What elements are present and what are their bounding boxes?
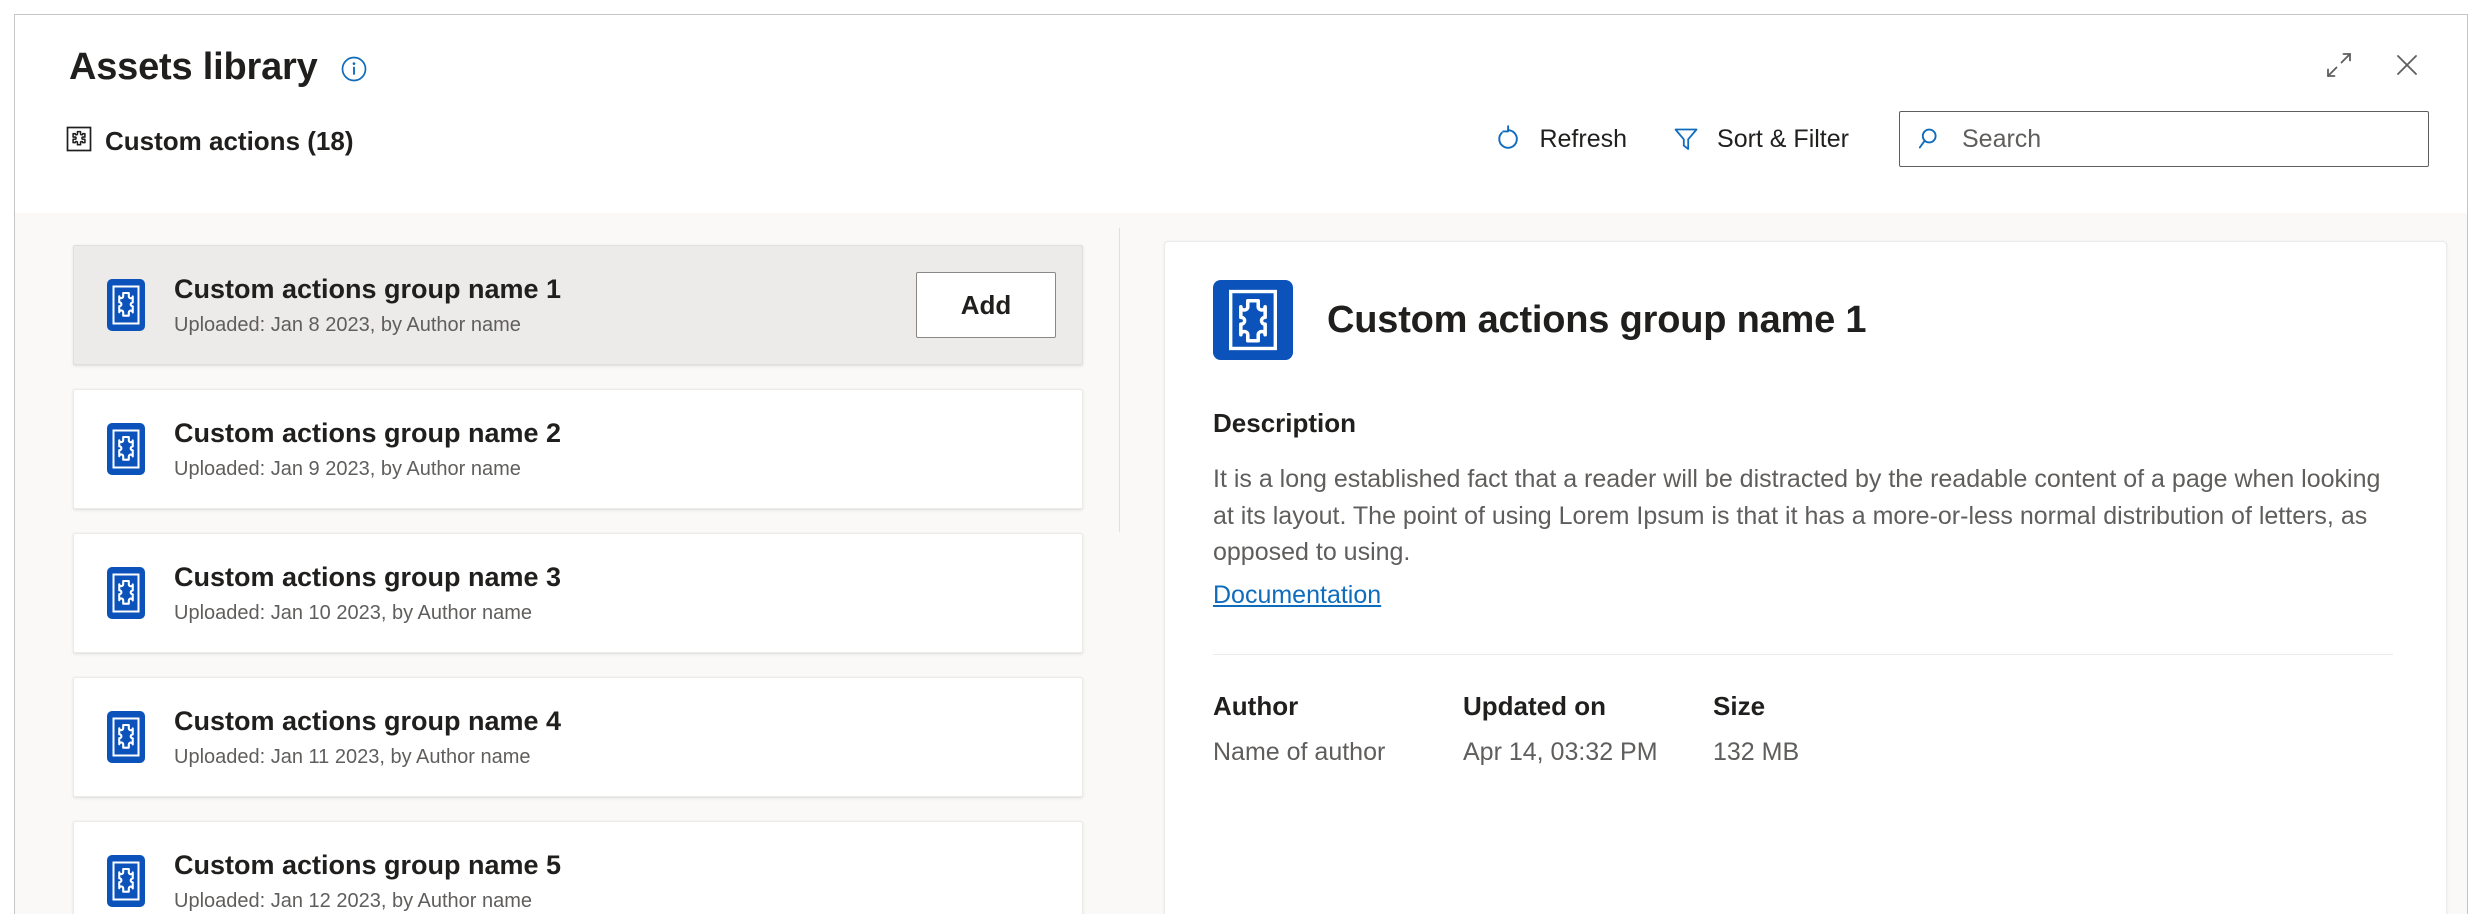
list-item-title: Custom actions group name 1 [174,273,896,305]
sort-filter-button[interactable]: Sort & Filter [1649,112,1871,166]
page-title: Assets library [69,48,318,86]
assets-list-pane: Custom actions group name 1 Uploaded: Jan… [15,213,1120,914]
list-item[interactable]: Custom actions group name 5 Uploaded: Jan… [73,821,1083,914]
command-bar-actions: Refresh Sort & Filter [1471,111,2429,167]
size-label: Size [1713,691,1963,722]
command-bar: Custom actions (18) Refresh [15,111,2467,183]
custom-action-blue-icon [100,855,152,907]
add-button[interactable]: Add [916,272,1056,338]
list-item[interactable]: Custom actions group name 2 Uploaded: Jan… [73,389,1083,509]
dialog-body: Custom actions group name 1 Uploaded: Jan… [15,213,2467,914]
search-box[interactable] [1899,111,2429,167]
description-text: It is a long established fact that a rea… [1213,461,2393,571]
close-button[interactable] [2387,45,2427,85]
detail-title: Custom actions group name 1 [1327,299,1866,342]
documentation-link[interactable]: Documentation [1213,581,1381,610]
detail-pane: Custom actions group name 1 Description … [1120,213,2467,914]
list-item[interactable]: Custom actions group name 1 Uploaded: Jan… [73,245,1083,365]
list-item-text: Custom actions group name 4 Uploaded: Jan… [174,705,1056,768]
custom-action-blue-icon [100,279,152,331]
breadcrumb-label: Custom actions (18) [105,126,354,157]
list-item-title: Custom actions group name 4 [174,705,1056,737]
custom-action-blue-icon [100,711,152,763]
custom-action-blue-icon [1213,280,1293,360]
list-item-title: Custom actions group name 5 [174,849,1056,881]
list-item-subtitle: Uploaded: Jan 10 2023, by Author name [174,601,1056,625]
dialog-header: Assets library [15,15,2467,213]
window-actions [2319,45,2427,85]
refresh-icon [1493,124,1523,154]
list-item-subtitle: Uploaded: Jan 8 2023, by Author name [174,313,896,337]
assets-library-dialog: Assets library [14,14,2468,914]
filter-funnel-icon [1671,124,1701,154]
detail-divider [1213,654,2393,655]
updated-on-label: Updated on [1463,691,1713,722]
info-circle-icon[interactable] [340,55,368,83]
list-item-subtitle: Uploaded: Jan 9 2023, by Author name [174,457,1056,481]
author-label: Author [1213,691,1463,722]
detail-metadata: Author Updated on Size Name of author Ap… [1213,691,2396,767]
refresh-button[interactable]: Refresh [1471,112,1649,166]
list-item[interactable]: Custom actions group name 4 Uploaded: Jan… [73,677,1083,797]
custom-action-outline-icon [65,125,93,158]
list-item-text: Custom actions group name 3 Uploaded: Jan… [174,561,1056,624]
custom-action-blue-icon [100,567,152,619]
breadcrumb[interactable]: Custom actions (18) [65,125,354,158]
assets-list: Custom actions group name 1 Uploaded: Jan… [73,245,1120,914]
custom-action-blue-icon [100,423,152,475]
list-item-title: Custom actions group name 3 [174,561,1056,593]
sort-filter-label: Sort & Filter [1717,125,1849,154]
list-item-title: Custom actions group name 2 [174,417,1056,449]
list-item-text: Custom actions group name 2 Uploaded: Jan… [174,417,1056,480]
size-value: 132 MB [1713,738,1963,767]
search-icon [1916,124,1946,154]
list-item-text: Custom actions group name 5 Uploaded: Jan… [174,849,1056,912]
list-item[interactable]: Custom actions group name 3 Uploaded: Jan… [73,533,1083,653]
author-value: Name of author [1213,738,1463,767]
expand-button[interactable] [2319,45,2359,85]
detail-card: Custom actions group name 1 Description … [1164,241,2447,914]
detail-header: Custom actions group name 1 [1213,280,2396,360]
refresh-label: Refresh [1539,125,1627,154]
list-item-subtitle: Uploaded: Jan 11 2023, by Author name [174,745,1056,769]
description-label: Description [1213,408,2396,439]
title-row: Assets library [69,48,368,86]
search-input[interactable] [1962,125,2412,154]
updated-on-value: Apr 14, 03:32 PM [1463,738,1713,767]
list-item-text: Custom actions group name 1 Uploaded: Jan… [174,273,896,336]
list-item-subtitle: Uploaded: Jan 12 2023, by Author name [174,889,1056,913]
